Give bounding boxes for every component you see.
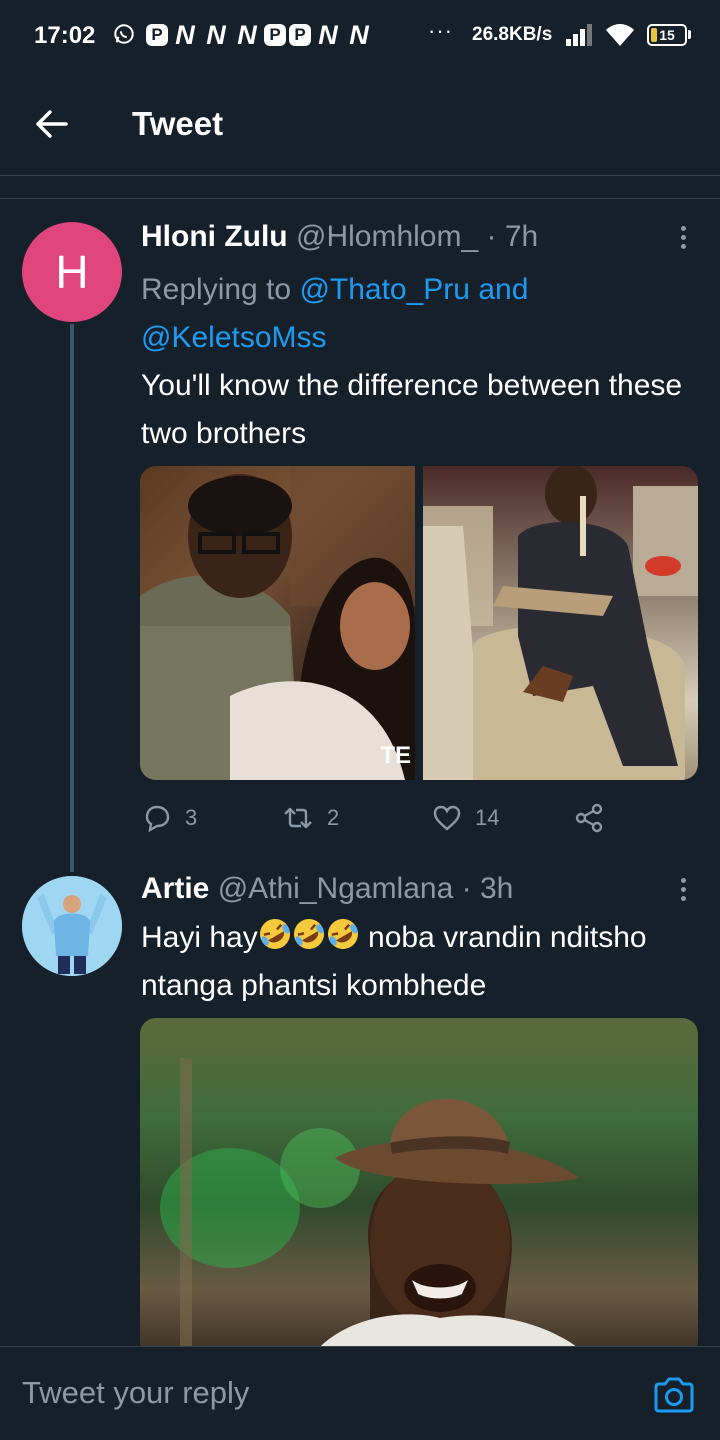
app-header: Tweet: [0, 72, 720, 176]
replying-and: and: [478, 273, 529, 306]
signal-icon: [566, 24, 592, 46]
status-overflow: ···: [428, 18, 453, 43]
battery-icon: 15: [647, 24, 687, 46]
avatar-image: [22, 876, 122, 976]
tweet-header: Hloni Zulu @Hlomhlom_ · 7h: [141, 220, 538, 254]
tweet-header: Artie @Athi_Ngamlana · 3h: [141, 872, 513, 906]
user-name[interactable]: Artie: [141, 872, 209, 905]
status-time: 17:02: [34, 22, 96, 49]
like-count: 14: [475, 805, 500, 830]
reply-count: 3: [185, 805, 198, 830]
heart-icon: [433, 805, 461, 831]
photo-watermark: TE: [380, 742, 411, 769]
like-button[interactable]: 14: [431, 796, 499, 840]
tweet-time: · 3h: [461, 872, 514, 905]
replying-prefix: Replying to: [141, 273, 292, 306]
notification-n-icon: N: [206, 20, 226, 50]
thread-line: [70, 324, 74, 872]
notification-p-icon: P: [146, 24, 168, 46]
tweet-time: · 7h: [486, 220, 539, 253]
photo-man-on-jet: [423, 466, 698, 780]
mention-link[interactable]: @KeletsoMss: [141, 321, 327, 354]
retweet-button[interactable]: 2: [281, 796, 339, 840]
photo-couple: [140, 466, 415, 780]
rolling-laughing-emoji-icon: [293, 919, 324, 949]
share-button[interactable]: [573, 796, 605, 840]
notification-p-icon: P: [264, 24, 286, 46]
retweet-count: 2: [327, 805, 340, 830]
user-handle[interactable]: @Hlomhlom_: [296, 220, 478, 253]
tweet-media[interactable]: TE: [140, 466, 698, 780]
tweet-actions: 3 2 14: [141, 796, 611, 840]
avatar[interactable]: H: [22, 222, 122, 322]
more-options-icon[interactable]: [673, 224, 693, 254]
avatar[interactable]: [22, 876, 122, 976]
user-name[interactable]: Hloni Zulu: [141, 220, 288, 253]
notification-n-icon: N: [349, 20, 369, 50]
camera-icon[interactable]: [652, 1375, 696, 1415]
notification-n-icon: N: [318, 20, 338, 50]
share-icon: [575, 803, 603, 833]
tweet-photo[interactable]: [423, 466, 698, 780]
reply-bar: Tweet your reply: [0, 1346, 720, 1440]
tweet-text-start: Hayi hay: [141, 921, 258, 954]
notification-p-icon: P: [289, 24, 311, 46]
rolling-laughing-emoji-icon: [259, 919, 290, 949]
tweet-text: Hayi hay noba vrandin nditsho ntanga pha…: [141, 914, 701, 1010]
rolling-laughing-emoji-icon: [327, 919, 358, 949]
tweet-detail-screen: 17:02 P N N N P P N N ··· 26.8KB/s 15 Tw…: [0, 0, 720, 1440]
notification-n-icon: N: [175, 20, 195, 50]
replying-to: Replying to @Thato_Pru and @KeletsoMss: [141, 266, 681, 362]
page-title: Tweet: [132, 105, 224, 142]
reply-icon: [145, 805, 170, 833]
status-bar: 17:02 P N N N P P N N ··· 26.8KB/s 15: [0, 0, 720, 72]
user-handle[interactable]: @Athi_Ngamlana: [218, 872, 454, 905]
tweet-media[interactable]: [140, 1018, 698, 1358]
photo-laughing-man: [160, 1058, 590, 1358]
tweet-photo[interactable]: TE: [140, 466, 415, 780]
mention-link[interactable]: @Thato_Pru: [299, 273, 470, 306]
reply-input[interactable]: Tweet your reply: [22, 1375, 249, 1411]
more-options-icon[interactable]: [673, 876, 693, 906]
divider: [0, 198, 720, 199]
notification-icons: P N N N P P N N: [146, 20, 373, 50]
battery-level: 15: [659, 27, 675, 43]
network-speed: 26.8KB/s: [472, 24, 553, 45]
reply-button[interactable]: 3: [141, 796, 197, 840]
whatsapp-icon: [114, 24, 134, 44]
back-arrow-icon[interactable]: [30, 102, 74, 146]
wifi-icon: [606, 24, 634, 46]
notification-n-icon: N: [237, 20, 257, 50]
tweet-text: You'll know the difference between these…: [141, 369, 683, 450]
retweet-icon: [284, 807, 312, 829]
